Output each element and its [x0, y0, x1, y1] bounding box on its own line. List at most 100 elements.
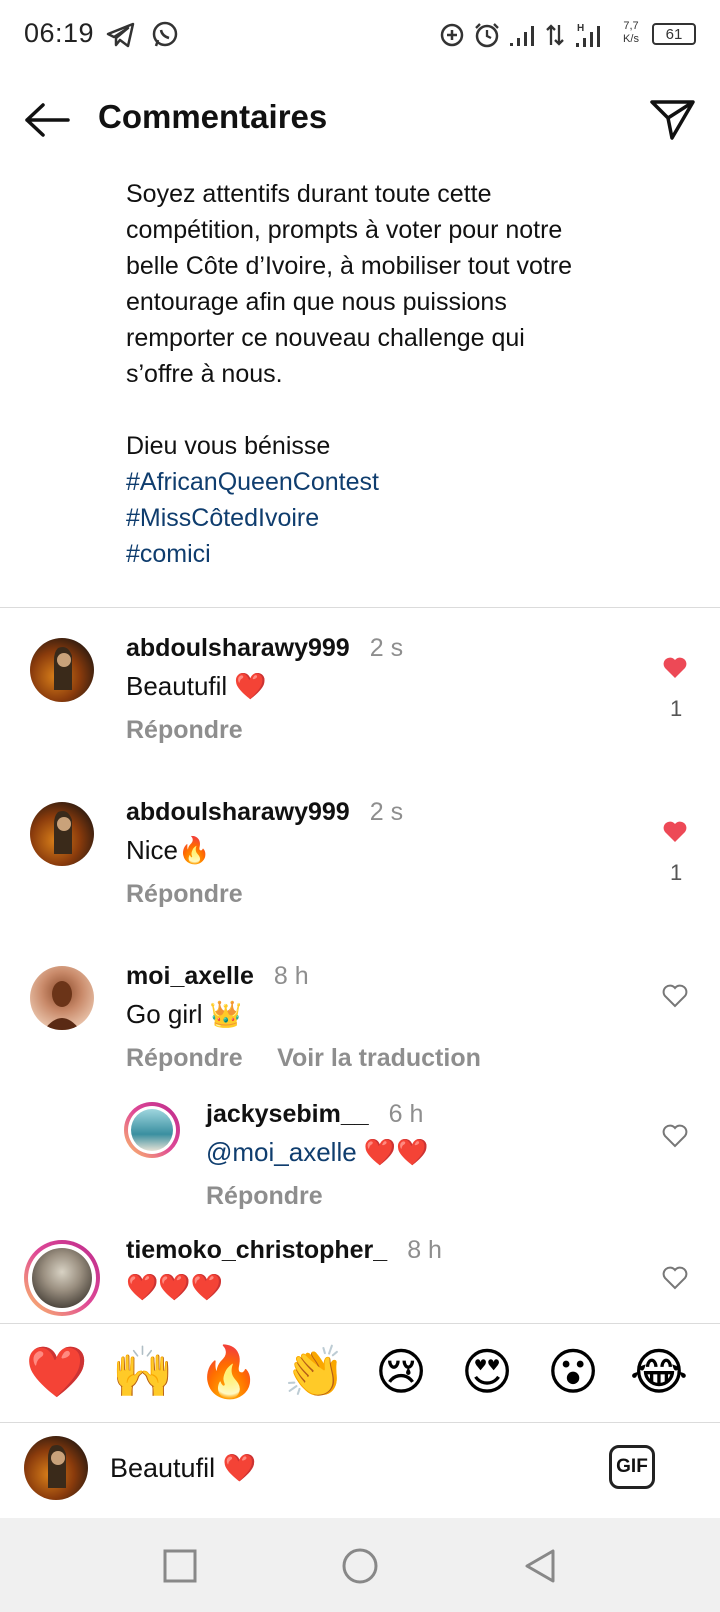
- reaction-clap[interactable]: 👏: [282, 1342, 348, 1402]
- comment-time: 2 s: [369, 798, 404, 826]
- hashtag-link[interactable]: #MissCôtedIvoire: [126, 500, 686, 536]
- triangle-back-icon: [525, 1549, 555, 1583]
- caption-line: Soyez attentifs durant toute cette: [126, 180, 492, 208]
- square-icon: [163, 1549, 197, 1583]
- comment-username[interactable]: abdoulsharawy999: [126, 798, 350, 826]
- gif-button[interactable]: GIF: [609, 1445, 655, 1489]
- avatar-story-ring[interactable]: [24, 1240, 100, 1316]
- like-button[interactable]: [662, 1124, 690, 1150]
- reaction-laugh[interactable]: 😂: [626, 1342, 692, 1402]
- comment-text: ❤️❤️❤️: [126, 1272, 223, 1303]
- comment-text: Go girl 👑: [126, 999, 242, 1030]
- hashtag-link[interactable]: #comici: [126, 536, 686, 572]
- caption-line: s’offre à nous.: [126, 360, 283, 388]
- whatsapp-icon: [148, 20, 182, 50]
- like-button[interactable]: [662, 984, 690, 1010]
- comment-emoji: ❤️❤️❤️: [126, 1272, 224, 1302]
- reply-button[interactable]: Répondre: [206, 1182, 323, 1211]
- reaction-cry[interactable]: 😢: [368, 1342, 434, 1402]
- comment-header: jackysebim__ 6 h: [206, 1100, 423, 1129]
- net-speed-unit: K/s: [623, 33, 639, 45]
- comment-text: Beautufil ❤️: [126, 671, 267, 702]
- post-caption: Soyez attentifs durant toute cette compé…: [126, 176, 686, 572]
- comment-header: abdoulsharawy999 2 s: [126, 634, 403, 663]
- comment-item: tiemoko_christopher_ 8 h ❤️❤️❤️: [0, 1236, 720, 1322]
- home-button[interactable]: [340, 1546, 380, 1586]
- comment-username[interactable]: abdoulsharawy999: [126, 634, 350, 662]
- reaction-heart-eyes[interactable]: 😍: [454, 1342, 520, 1402]
- data-transfer-icon: [544, 20, 566, 50]
- divider: [0, 607, 720, 608]
- battery-icon: 61: [652, 23, 696, 45]
- caption-line: belle Côte d’Ivoire, à mobiliser tout vo…: [126, 252, 573, 280]
- reply-button[interactable]: Répondre: [126, 716, 243, 745]
- comment-emoji: 👑: [209, 999, 243, 1029]
- caption-line: remporter ce nouveau challenge qui: [126, 324, 525, 352]
- hashtag-link[interactable]: #AfricanQueenContest: [126, 464, 686, 500]
- comment-input-text: Beautufil: [110, 1453, 216, 1483]
- reaction-raised-hands[interactable]: 🙌: [110, 1342, 176, 1402]
- status-bar: 06:19 H 7,7 K/s 61: [0, 0, 720, 72]
- battery-level: 61: [665, 25, 683, 43]
- reaction-fire[interactable]: 🔥: [196, 1342, 262, 1402]
- like-button[interactable]: [662, 820, 690, 846]
- telegram-icon: [104, 20, 138, 50]
- comment-username[interactable]: jackysebim__: [206, 1100, 369, 1128]
- avatar[interactable]: [30, 638, 94, 702]
- comment-username[interactable]: tiemoko_christopher_: [126, 1236, 387, 1264]
- send-icon: [650, 100, 695, 140]
- comment-time: 8 h: [273, 962, 309, 990]
- back-button[interactable]: [20, 96, 74, 144]
- quick-reactions-bar: ❤️ 🙌 🔥 👏 😢 😍 😮 😂: [0, 1323, 720, 1423]
- comment-time: 8 h: [407, 1236, 442, 1264]
- svg-text:H: H: [577, 23, 584, 34]
- like-button[interactable]: [662, 656, 690, 682]
- comment-item: moi_axelle 8 h Go girl 👑 Répondre Voir la…: [0, 948, 720, 1078]
- net-speed-value: 7,7: [623, 20, 639, 32]
- back-nav-button[interactable]: [520, 1546, 560, 1586]
- caption-line: entourage afin que nous puissions: [126, 288, 507, 316]
- status-time: 06:19: [24, 18, 95, 48]
- caption-line: compétition, prompts à voter pour notre: [126, 216, 563, 244]
- comment-input[interactable]: Beautufil ❤️: [110, 1452, 256, 1484]
- comment-header: moi_axelle 8 h: [126, 962, 309, 991]
- reply-item: jackysebim__ 6 h @moi_axelle ❤️❤️ Répondr…: [0, 1090, 720, 1220]
- comment-emoji: ❤️: [234, 671, 267, 701]
- avatar: [131, 1109, 173, 1151]
- share-button[interactable]: [648, 96, 698, 144]
- caption-line: [126, 392, 686, 428]
- reaction-heart[interactable]: ❤️: [24, 1342, 90, 1402]
- net-speed: 7,7 K/s: [616, 20, 646, 46]
- avatar-ring-inner: [128, 1106, 176, 1154]
- comment-item: abdoulsharawy999 2 s Nice🔥 Répondre 1: [0, 784, 720, 934]
- heart-filled-icon: [663, 821, 687, 842]
- page-title: Commentaires: [98, 98, 328, 135]
- data-saver-icon: [438, 20, 466, 50]
- comment-actions: Répondre Voir la traduction: [126, 1044, 481, 1073]
- comment-time: 6 h: [388, 1100, 424, 1128]
- heart-outline-icon: [662, 1266, 688, 1290]
- comment-header: abdoulsharawy999 2 s: [126, 798, 403, 827]
- recent-apps-button[interactable]: [160, 1546, 200, 1586]
- mention-link[interactable]: @moi_axelle: [206, 1137, 357, 1167]
- heart-outline-icon: [662, 1124, 688, 1148]
- avatar-story-ring[interactable]: [124, 1102, 180, 1158]
- reply-button[interactable]: Répondre: [126, 880, 243, 909]
- like-count: 1: [670, 696, 683, 721]
- see-translation-button[interactable]: Voir la traduction: [277, 1044, 481, 1072]
- comment-emoji: ❤️❤️: [363, 1137, 429, 1167]
- heart-filled-icon: [663, 657, 687, 678]
- like-button[interactable]: [662, 1266, 690, 1292]
- reaction-wow[interactable]: 😮: [540, 1342, 606, 1402]
- comment-text-body: Go girl: [126, 999, 203, 1029]
- comment-header: tiemoko_christopher_ 8 h: [126, 1236, 442, 1265]
- avatar[interactable]: [30, 802, 94, 866]
- arrow-left-icon: [25, 103, 70, 137]
- comment-text: Nice🔥: [126, 835, 210, 866]
- avatar[interactable]: [30, 966, 94, 1030]
- comment-item: abdoulsharawy999 2 s Beautufil ❤️ Répondr…: [0, 620, 720, 770]
- circle-icon: [342, 1548, 378, 1584]
- comment-username[interactable]: moi_axelle: [126, 962, 254, 990]
- like-count: 1: [670, 860, 683, 885]
- reply-button[interactable]: Répondre: [126, 1044, 243, 1072]
